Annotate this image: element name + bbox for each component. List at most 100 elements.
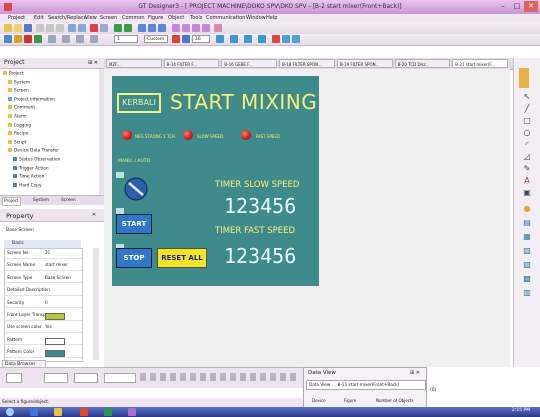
menu-window[interactable]: Window — [246, 15, 266, 21]
screen-tab[interactable]: B-18 FILTER SPON... — [279, 59, 335, 68]
copy-icon[interactable] — [46, 24, 54, 32]
select-tool-icon[interactable]: ↖ — [520, 92, 534, 101]
timer-fast-value[interactable]: 123456 — [224, 244, 296, 268]
data-view-number[interactable]: Number of Objects — [376, 398, 414, 403]
tab-project[interactable]: Project — [2, 197, 21, 206]
image-tool-icon[interactable]: ▣ — [520, 188, 534, 197]
object2-icon[interactable] — [148, 24, 156, 32]
screen-icon[interactable] — [114, 24, 122, 32]
data-view-figure[interactable]: Figure — [344, 398, 356, 403]
property-row[interactable]: Screen Type Base Screen — [5, 274, 82, 284]
property-row[interactable]: Screen Name start mixer — [5, 261, 82, 271]
start-orb-icon[interactable] — [6, 408, 14, 416]
tree-item[interactable]: Status Observation — [13, 157, 60, 163]
data-view-close-icon[interactable]: ⊞ ✕ — [410, 370, 420, 376]
property-row[interactable]: Detailed Description — [5, 286, 82, 296]
menu-project[interactable]: Project — [8, 15, 25, 21]
play-icon[interactable] — [34, 35, 42, 43]
polygon-tool-icon[interactable]: ◿ — [520, 152, 534, 161]
screen-tab[interactable]: B-19 FILTER SPON... — [336, 59, 393, 68]
font-select[interactable]: Custom — [144, 35, 168, 43]
open-icon[interactable] — [14, 24, 22, 32]
tool-d-icon[interactable] — [202, 24, 210, 32]
align-right-icon[interactable] — [76, 35, 84, 43]
close-button[interactable]: ✕ — [524, 1, 538, 12]
group-icon[interactable] — [292, 35, 300, 43]
tree-item[interactable]: Project Information — [8, 96, 55, 103]
paste-icon[interactable] — [56, 24, 64, 32]
start-button[interactable]: START — [116, 214, 152, 234]
lamp-slow-speed[interactable] — [183, 130, 193, 140]
property-row[interactable]: Front Layer Transparent — [5, 311, 82, 321]
switch-tool-icon[interactable]: ▤ — [520, 218, 534, 227]
save-icon[interactable] — [24, 24, 32, 32]
timer-slow-value[interactable]: 123456 — [224, 194, 296, 218]
screen-tab[interactable]: B-16 GEBE F... — [221, 59, 278, 68]
property-scrollbar[interactable] — [93, 248, 99, 360]
tree-item[interactable]: Trigger Action — [13, 165, 49, 172]
property-row[interactable]: Pattern — [5, 336, 82, 346]
property-row[interactable]: Pattern Color — [5, 348, 82, 358]
screen-tab[interactable]: B-21 start mixer(F... — [452, 59, 508, 68]
object-icon[interactable] — [138, 24, 146, 32]
object3-icon[interactable] — [158, 24, 166, 32]
undo-icon[interactable] — [68, 24, 76, 32]
italic-icon[interactable] — [182, 35, 190, 43]
menu-tools[interactable]: Tools — [190, 15, 202, 21]
write-plc-icon[interactable] — [90, 24, 98, 32]
ascii-tool-icon[interactable]: ▧ — [520, 246, 534, 255]
tree-item[interactable]: Hard Copy — [13, 182, 42, 189]
circle-tool-icon[interactable]: ○ — [520, 128, 534, 137]
property-close-icon[interactable]: ✕ — [92, 212, 96, 218]
zoom-select[interactable]: 1 — [114, 35, 138, 43]
line-icon[interactable] — [244, 35, 252, 43]
bottom-combo-4[interactable] — [104, 373, 136, 383]
menu-communication[interactable]: Communication — [206, 15, 245, 21]
tab-system[interactable]: System — [32, 197, 50, 204]
tree-item[interactable]: Script — [8, 139, 26, 146]
paint-tool-icon[interactable]: ✎ — [520, 164, 534, 173]
stop-button[interactable]: STOP — [116, 248, 152, 268]
menu-help[interactable]: Help — [266, 15, 277, 21]
distribute-icon[interactable] — [90, 35, 98, 43]
gt-designer-icon[interactable] — [128, 408, 136, 416]
tree-item[interactable]: Logging — [8, 122, 31, 129]
menu-screen[interactable]: Screen — [100, 15, 117, 21]
numeric-tool-icon[interactable]: ▦ — [520, 232, 534, 241]
lamp-neg-strong[interactable] — [122, 130, 132, 140]
bottom-combo-3[interactable] — [74, 373, 98, 383]
tree-item[interactable]: Screen — [8, 88, 29, 94]
screen-tab[interactable]: B-20 TCD Disc... — [394, 59, 451, 68]
maximize-button[interactable]: □ — [510, 1, 524, 12]
layout-icon[interactable] — [48, 35, 56, 43]
align-toolbar[interactable] — [140, 373, 300, 381]
property-value[interactable]: Yes — [45, 323, 52, 332]
ie-icon[interactable] — [30, 408, 38, 416]
data-browser-tab[interactable]: Data Browser — [2, 360, 46, 368]
grid-icon[interactable] — [4, 35, 12, 43]
tool-b-icon[interactable] — [182, 24, 190, 32]
data-view-row[interactable]: Data View B-21 start mixer(Front+Back) — [306, 380, 426, 390]
lamp-fast-speed[interactable] — [241, 130, 251, 140]
screen-tab[interactable]: MZF... — [106, 59, 162, 68]
box-icon[interactable] — [258, 35, 266, 43]
fill-icon[interactable] — [230, 35, 238, 43]
manual-auto-selector-switch[interactable] — [124, 177, 148, 201]
property-section-basic[interactable]: Basic — [4, 240, 81, 248]
stop-icon[interactable] — [24, 35, 32, 43]
property-value[interactable]: 0 — [45, 299, 48, 308]
explorer-icon[interactable] — [54, 408, 62, 416]
lamp-tool-icon[interactable]: ● — [520, 204, 534, 213]
property-row[interactable]: Security 0 — [5, 299, 82, 309]
panel-pin-icon[interactable]: ⊞ ✕ — [88, 60, 98, 66]
data-view-device[interactable]: Device — [312, 398, 326, 403]
tree-item[interactable]: System — [8, 79, 30, 86]
menu-object[interactable]: Object — [168, 15, 184, 21]
arc-tool-icon[interactable]: ◜ — [520, 140, 534, 149]
read-plc-icon[interactable] — [100, 24, 108, 32]
property-value[interactable]: start mixer — [45, 261, 68, 270]
property-row[interactable]: Use screen color Yes — [5, 323, 82, 333]
snap-icon[interactable] — [14, 35, 22, 43]
tool-a-icon[interactable] — [172, 24, 180, 32]
tree-item[interactable]: Comment — [8, 105, 35, 111]
